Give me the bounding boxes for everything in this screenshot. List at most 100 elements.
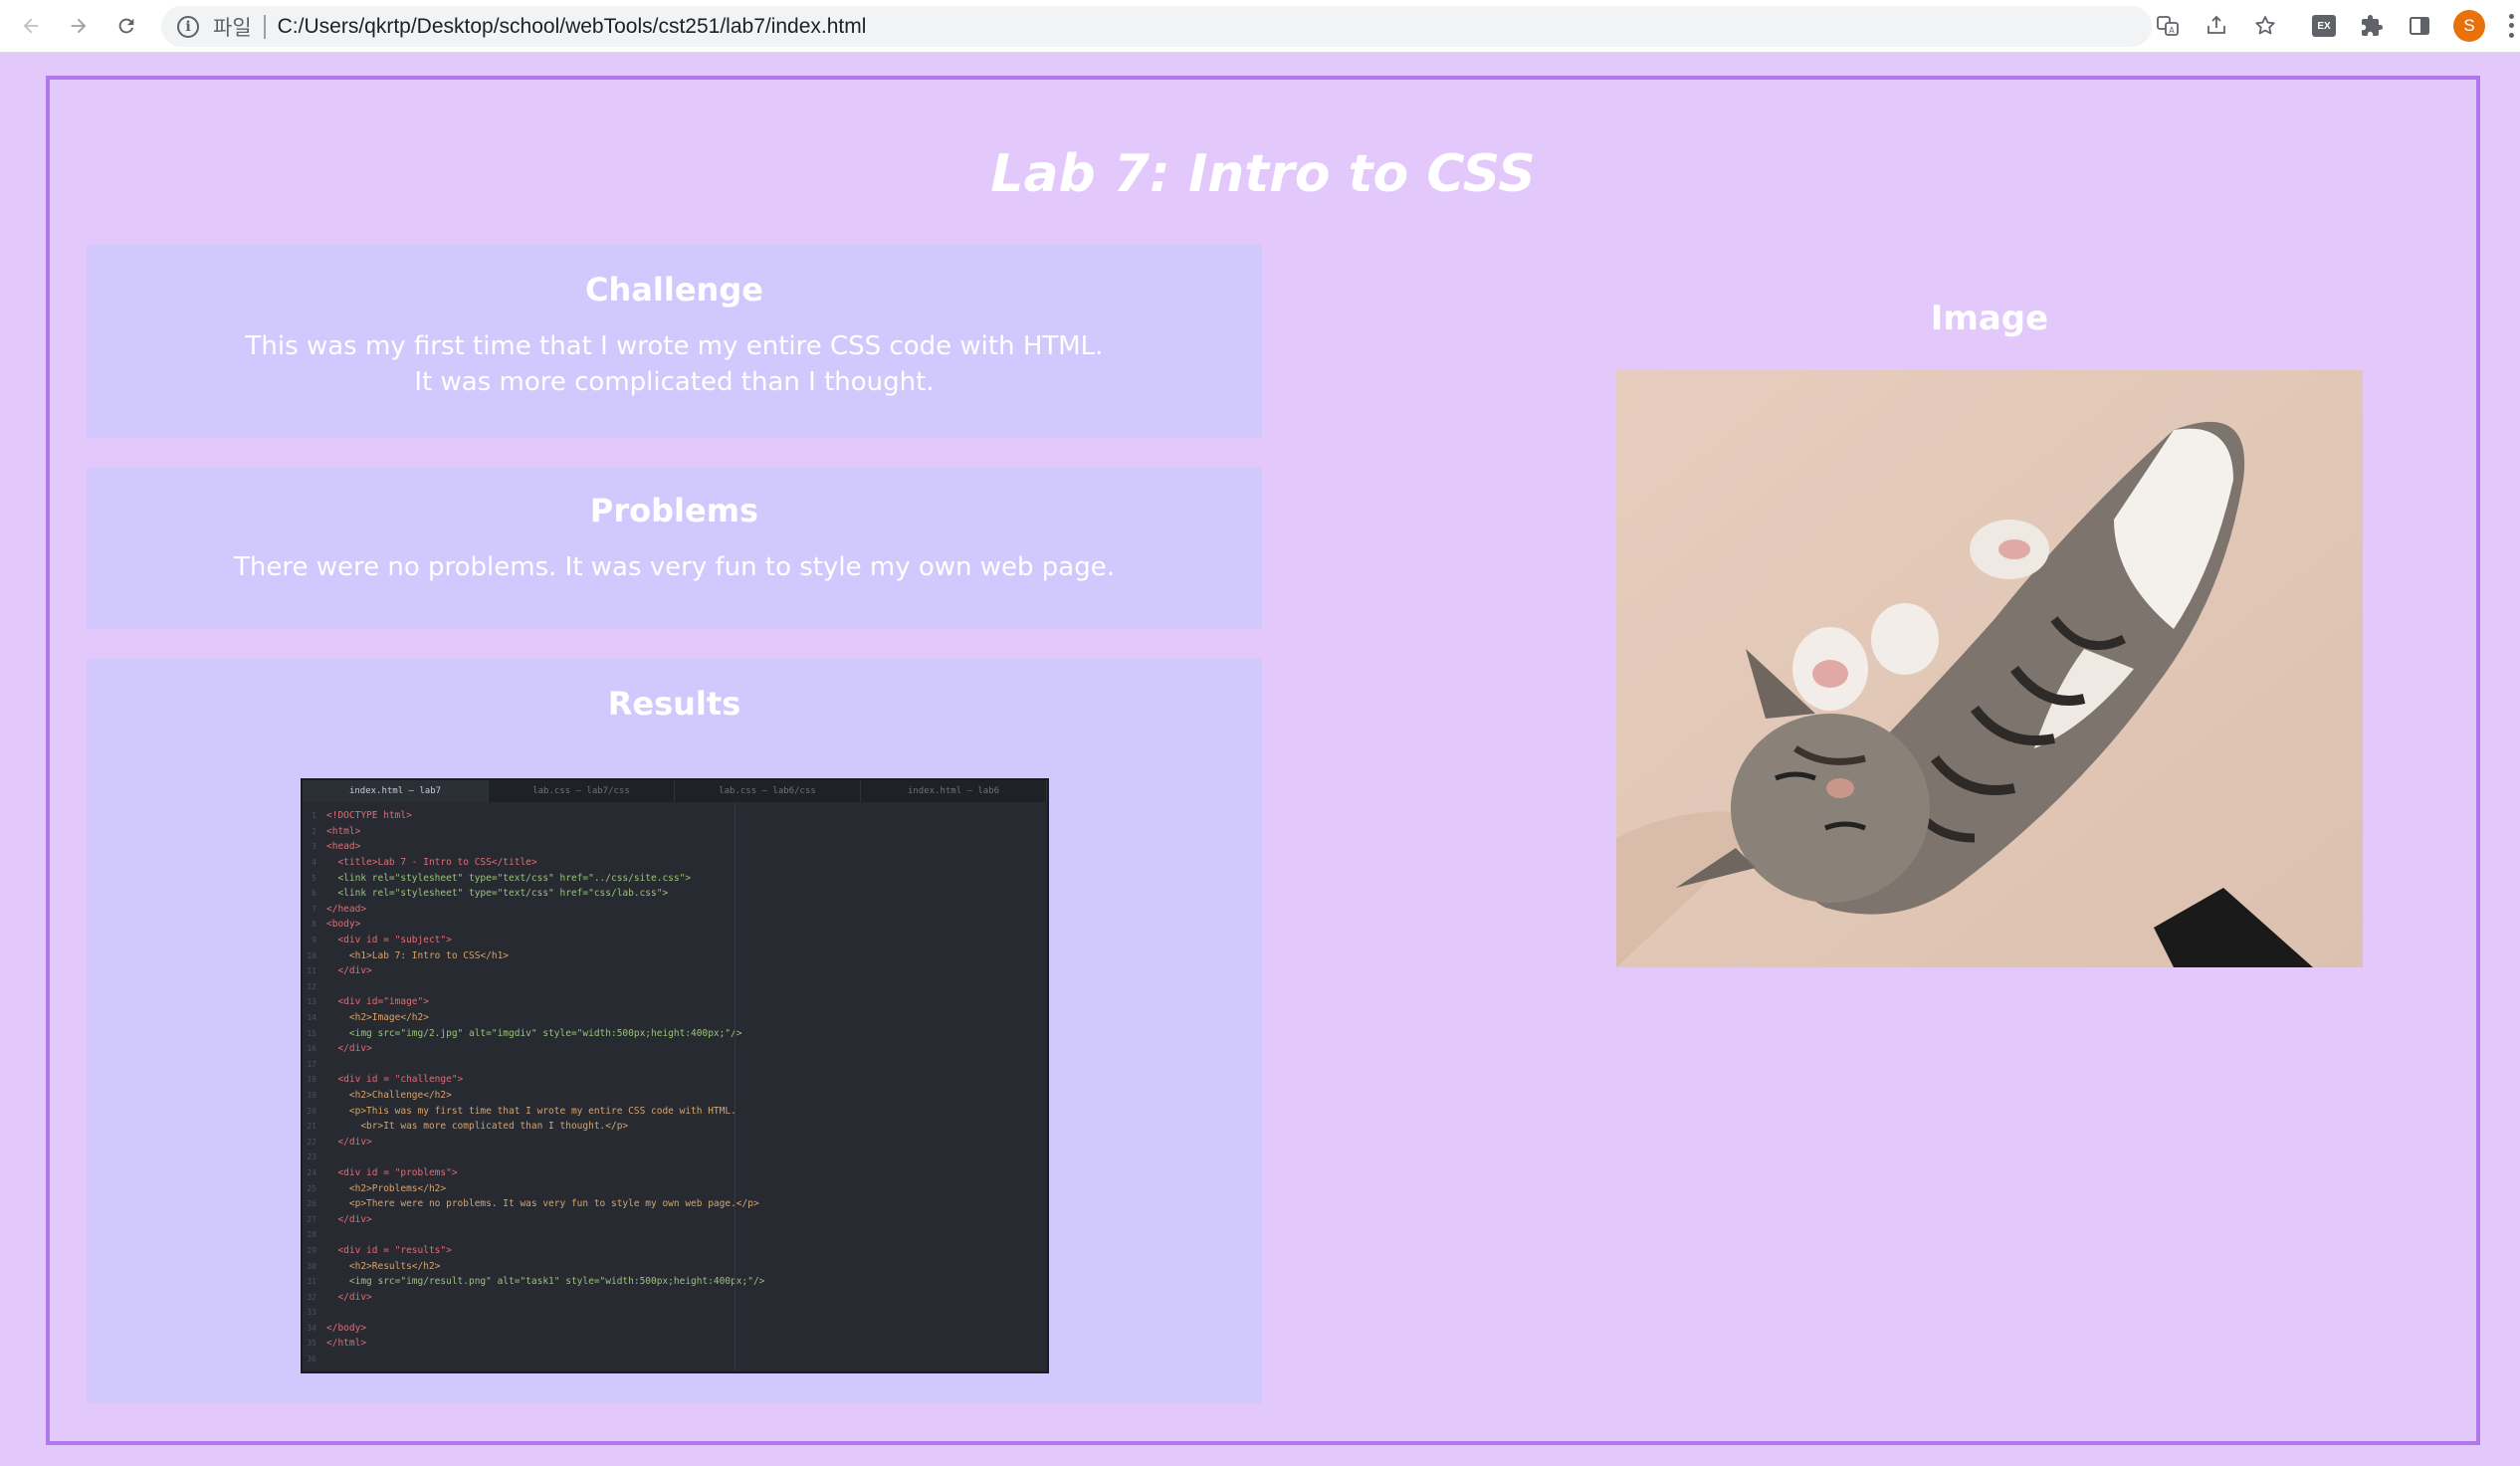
code-text: </div> <box>326 965 372 977</box>
code-line: 23 <box>303 1150 1047 1165</box>
code-line: 13 <div id="image"> <box>303 994 1047 1010</box>
back-button[interactable] <box>14 9 48 43</box>
challenge-line-2: It was more complicated than I thought. <box>414 367 935 397</box>
code-text: <div id = "subject"> <box>326 935 452 946</box>
code-line: 7 </head> <box>303 902 1047 918</box>
code-text: <img src="img/2.jpg" alt="imgdiv" style=… <box>326 1027 742 1039</box>
code-text: <h2>Problems</h2> <box>326 1182 447 1194</box>
code-text: <div id="image"> <box>326 996 429 1008</box>
code-line: 17 <box>303 1057 1047 1073</box>
browser-toolbar: i 파일 C:/Users/qkrtp/Desktop/school/webTo… <box>0 0 2520 53</box>
code-text: </div> <box>326 1213 372 1225</box>
code-text: <h2>Results</h2> <box>326 1260 441 1272</box>
code-line: 35 </html> <box>303 1336 1047 1352</box>
line-number: 35 <box>307 1339 316 1349</box>
code-line: 15 <img src="img/2.jpg" alt="imgdiv" sty… <box>303 1025 1047 1041</box>
address-bar[interactable]: i 파일 C:/Users/qkrtp/Desktop/school/webTo… <box>161 6 2152 47</box>
line-number: 20 <box>307 1106 316 1116</box>
code-line: 20 <p>This was my first time that I wrot… <box>303 1103 1047 1119</box>
translate-button[interactable]: A <box>2153 11 2183 41</box>
code-line: 21 <br>It was more complicated than I th… <box>303 1119 1047 1135</box>
code-line: 19 <h2>Challenge</h2> <box>303 1088 1047 1104</box>
code-line: 29 <div id = "results"> <box>303 1243 1047 1259</box>
reload-button[interactable] <box>109 9 143 43</box>
url-text[interactable]: C:/Users/qkrtp/Desktop/school/webTools/c… <box>278 15 867 39</box>
problems-heading: Problems <box>589 492 759 529</box>
line-number: 23 <box>307 1152 316 1162</box>
star-icon <box>2255 16 2275 35</box>
line-number: 10 <box>307 950 316 960</box>
line-number: 8 <box>312 920 316 930</box>
code-text: <div id = "challenge"> <box>326 1074 464 1086</box>
code-text: <html> <box>326 825 361 837</box>
forward-button[interactable] <box>62 9 96 43</box>
code-text: </html> <box>326 1338 367 1350</box>
code-line: 16 </div> <box>303 1041 1047 1057</box>
side-panel-button[interactable] <box>2405 11 2434 41</box>
challenge-line-1: This was my first time that I wrote my e… <box>245 331 1104 361</box>
svg-text:A: A <box>2169 26 2175 35</box>
code-text: </div> <box>326 1136 372 1148</box>
code-line: 18 <div id = "challenge"> <box>303 1072 1047 1088</box>
line-number: 13 <box>307 997 316 1007</box>
line-number: 21 <box>307 1122 316 1132</box>
line-number: 7 <box>312 904 316 914</box>
image-heading: Image <box>1930 299 2049 338</box>
bookmark-button[interactable] <box>2250 11 2280 41</box>
code-text: <p>This was my first time that I wrote m… <box>326 1105 736 1117</box>
code-line: 4 <title>Lab 7 - Intro to CSS</title> <box>303 855 1047 871</box>
line-number: 1 <box>312 811 316 821</box>
line-number: 34 <box>307 1323 316 1333</box>
code-line: 12 <box>303 979 1047 995</box>
code-text: </head> <box>326 903 367 915</box>
extension-ex-button[interactable]: EX <box>2309 11 2339 41</box>
arrow-right-icon <box>71 18 87 34</box>
results-heading: Results <box>607 685 741 723</box>
kitten-illustration <box>1616 370 2363 967</box>
line-number: 11 <box>307 966 316 976</box>
code-text: </div> <box>326 1291 372 1303</box>
menu-kebab-icon[interactable] <box>2506 12 2516 40</box>
code-line: 36 <box>303 1352 1047 1367</box>
editor-tab: lab.css — lab7/css <box>489 780 675 802</box>
problems-text: There were no problems. It was very fun … <box>233 552 1115 582</box>
code-line: 1 <!DOCTYPE html> <box>303 808 1047 824</box>
challenge-card: Challenge This was my first time that I … <box>87 245 1262 438</box>
code-line: 11 </div> <box>303 963 1047 979</box>
code-line: 33 <box>303 1305 1047 1321</box>
line-number: 27 <box>307 1214 316 1224</box>
sleeping-kitten-photo <box>1616 370 2363 967</box>
line-number: 16 <box>307 1044 316 1054</box>
code-text: </body> <box>326 1322 367 1334</box>
code-line: 8 <body> <box>303 917 1047 933</box>
code-line: 22 </div> <box>303 1134 1047 1150</box>
line-number: 5 <box>312 873 316 883</box>
puzzle-icon <box>2362 15 2383 36</box>
line-number: 24 <box>307 1167 316 1177</box>
line-number: 15 <box>307 1028 316 1038</box>
code-text: <h2>Image</h2> <box>326 1012 429 1024</box>
profile-avatar[interactable]: S <box>2453 10 2485 42</box>
line-number: 28 <box>307 1230 316 1240</box>
code-line: 10 <h1>Lab 7: Intro to CSS</h1> <box>303 947 1047 963</box>
line-number: 26 <box>307 1199 316 1209</box>
editor-tab: index.html — lab6 <box>861 780 1047 802</box>
line-number: 2 <box>312 826 316 836</box>
share-button[interactable] <box>2202 11 2231 41</box>
line-number: 25 <box>307 1183 316 1193</box>
code-text: <h2>Challenge</h2> <box>326 1089 452 1101</box>
code-text: <img src="img/result.png" alt="task1" st… <box>326 1276 765 1288</box>
extensions-button[interactable] <box>2357 11 2387 41</box>
code-line: 2 <html> <box>303 824 1047 840</box>
page-title: Lab 7: Intro to CSS <box>990 144 1536 204</box>
code-text: <body> <box>326 919 361 931</box>
line-number: 6 <box>312 889 316 899</box>
line-number: 33 <box>307 1308 316 1318</box>
code-text: <head> <box>326 841 361 853</box>
code-text: <div id = "problems"> <box>326 1166 458 1178</box>
code-line: 6 <link rel="stylesheet" type="text/css"… <box>303 886 1047 902</box>
code-text: <link rel="stylesheet" type="text/css" h… <box>326 872 692 884</box>
site-info-icon[interactable]: i <box>177 15 199 38</box>
problems-card: Problems There were no problems. It was … <box>87 468 1262 629</box>
code-text: <p>There were no problems. It was very f… <box>326 1198 759 1210</box>
